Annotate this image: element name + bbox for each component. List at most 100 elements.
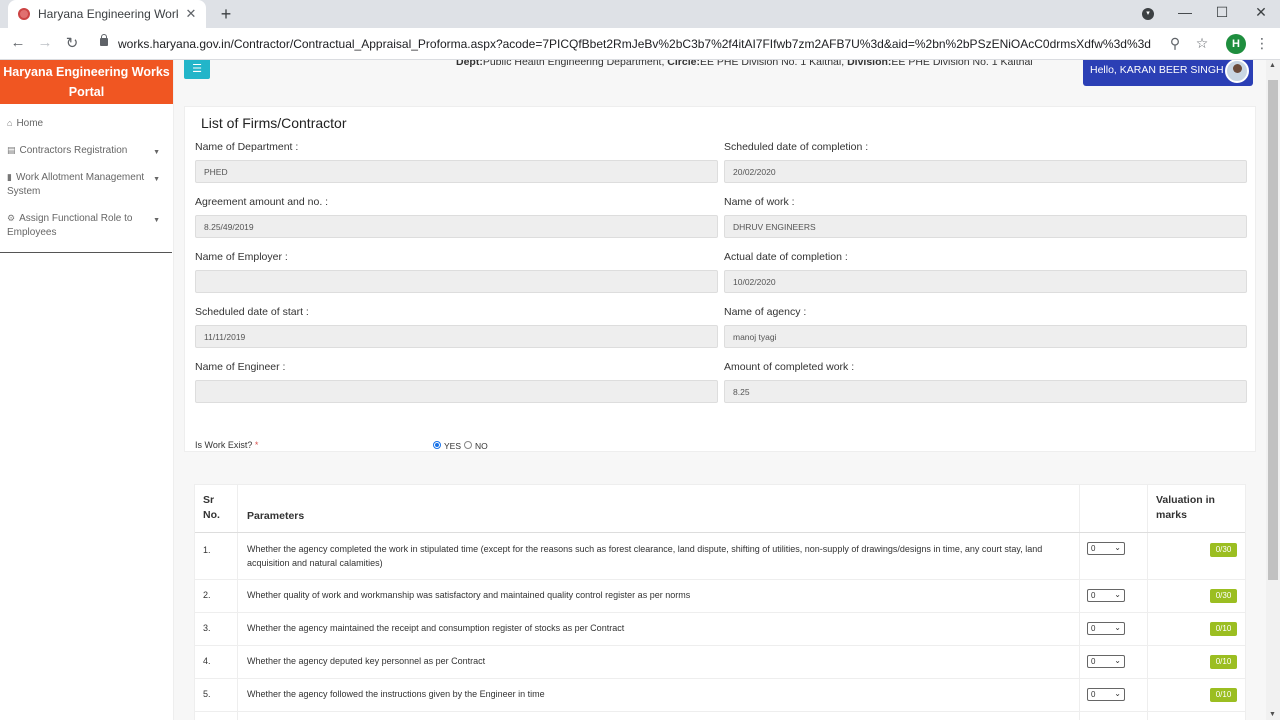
select-value: 0 (1091, 544, 1096, 553)
select-value: 0 (1091, 591, 1096, 600)
chevron-down-icon: ⌄ (1114, 656, 1121, 665)
favicon-icon (18, 8, 30, 20)
actual-completion-field[interactable]: 10/02/2020 (724, 270, 1247, 293)
browser-tab[interactable]: Haryana Engineering Works Portal ✕ (8, 0, 206, 28)
marks-select[interactable]: 0 ⌄ (1087, 655, 1125, 668)
marks-select[interactable]: 0 ⌄ (1087, 589, 1125, 602)
sidebar-item-work-allotment[interactable]: ▮ Work Allotment Management System ▼ (0, 164, 172, 205)
new-tab-button[interactable]: + (216, 4, 236, 25)
row-parameter: Whether the agency followed the instruct… (247, 689, 545, 699)
sidebar-item-label: Contractors Registration (19, 145, 128, 156)
user-greeting-button[interactable]: Hello, KARAN BEER SINGH (1083, 60, 1253, 86)
tab-close-icon[interactable]: ✕ (184, 6, 198, 22)
tab-title: Haryana Engineering Works Portal (38, 7, 178, 21)
star-icon[interactable]: ☆ (1193, 35, 1211, 52)
agency-field[interactable]: manoj tyagi (724, 325, 1247, 348)
agreement-field[interactable]: 8.25/49/2019 (195, 215, 718, 238)
row-parameter: Whether the agency maintained the receip… (247, 623, 625, 633)
circle-label: Circle: (667, 60, 700, 68)
caret-down-icon: ▼ (153, 176, 160, 183)
caret-down-icon: ▼ (153, 149, 160, 156)
lock-icon[interactable] (100, 34, 108, 46)
marks-select[interactable]: 0 ⌄ (1087, 542, 1125, 555)
reload-icon[interactable]: ↻ (62, 34, 82, 52)
menu-icon[interactable]: ⋮ (1253, 35, 1271, 52)
card-title: List of Firms/Contractor (201, 115, 347, 131)
work-exist-yes-radio[interactable] (433, 441, 441, 449)
brand-logo-text[interactable]: Haryana Engineering Works Portal (0, 60, 173, 104)
completed-amount-field[interactable]: 8.25 (724, 380, 1247, 403)
back-icon[interactable]: ← (8, 34, 28, 51)
work-exist-text: Is Work Exist? (195, 440, 253, 450)
sidebar-item-label: Work Allotment Management System (7, 172, 145, 197)
scheduled-start-label: Scheduled date of start : (195, 306, 309, 318)
caret-down-icon: ▼ (153, 217, 160, 224)
scheduled-completion-field[interactable]: 20/02/2020 (724, 160, 1247, 183)
window-close-icon[interactable]: ✕ (1251, 4, 1271, 21)
scrollbar-thumb[interactable] (1268, 80, 1278, 580)
contractor-card: List of Firms/Contractor Name of Departm… (184, 106, 1256, 452)
mark-badge: 0/10 (1210, 655, 1237, 669)
scheduled-start-field[interactable]: 11/11/2019 (195, 325, 718, 348)
marks-select[interactable]: 0 ⌄ (1087, 688, 1125, 701)
work-name-label: Name of work : (724, 196, 795, 208)
scheduled-completion-label: Scheduled date of completion : (724, 141, 869, 153)
parameters-table: Sr No. Parameters Valuation in marks 1. … (194, 484, 1246, 720)
tab-search-icon[interactable]: ▾ (1142, 8, 1154, 20)
browser-tabstrip: Haryana Engineering Works Portal ✕ + ▾ —… (0, 0, 1280, 28)
employer-field[interactable] (195, 270, 718, 293)
table-row: 2. Whether quality of work and workmansh… (195, 580, 1245, 613)
row-parameter: Whether the agency deputed key personnel… (247, 656, 486, 666)
row-number: 5. (203, 689, 211, 699)
gear-icon: ⚙ (7, 213, 16, 223)
scroll-up-icon[interactable]: ▲ (1269, 62, 1276, 69)
row-number: 2. (203, 590, 211, 600)
sidebar-item-assign-role[interactable]: ⚙ Assign Functional Role to Employees ▼ (0, 205, 172, 246)
header-valuation: Valuation in marks (1156, 494, 1215, 521)
agreement-label: Agreement amount and no. : (195, 196, 329, 208)
select-value: 0 (1091, 624, 1096, 633)
zoom-icon[interactable]: ⚲ (1166, 35, 1184, 52)
mark-badge: 0/10 (1210, 688, 1237, 702)
sidebar-item-label: Assign Functional Role to Employees (7, 213, 133, 238)
no-label: NO (475, 441, 488, 451)
maximize-icon[interactable]: ☐ (1212, 4, 1232, 21)
row-parameter: Whether quality of work and workmanship … (247, 590, 691, 600)
address-bar[interactable]: works.haryana.gov.in/Contractor/Contract… (118, 37, 1151, 51)
mark-badge: 0/30 (1210, 589, 1237, 603)
browser-toolbar: ← → ↻ works.haryana.gov.in/Contractor/Co… (0, 28, 1280, 60)
row-number: 4. (203, 656, 211, 666)
department-field[interactable]: PHED (195, 160, 718, 183)
side-menu: ⌂ Home ▤ Contractors Registration ▼ ▮ Work … (0, 110, 172, 253)
work-exist-no-radio[interactable] (464, 441, 472, 449)
scroll-down-icon[interactable]: ▼ (1269, 711, 1276, 718)
minimize-icon[interactable]: — (1175, 4, 1195, 20)
marks-select[interactable]: 0 ⌄ (1087, 622, 1125, 635)
top-bar: ☰ Dept:Public Health Engineering Departm… (174, 60, 1266, 94)
main-content: ☰ Dept:Public Health Engineering Departm… (174, 60, 1266, 720)
page-scrollbar[interactable]: ▲ ▼ (1266, 60, 1280, 720)
actual-completion-label: Actual date of completion : (724, 251, 848, 263)
work-exist-label: Is Work Exist? * (195, 440, 258, 450)
sidebar-item-home[interactable]: ⌂ Home (0, 110, 172, 137)
home-icon: ⌂ (7, 118, 13, 128)
forward-icon[interactable]: → (35, 34, 55, 51)
engineer-field[interactable] (195, 380, 718, 403)
menu-toggle-button[interactable]: ☰ (184, 60, 210, 79)
greeting-text: Hello, KARAN BEER SINGH (1090, 64, 1224, 76)
dept-label: Dept: (456, 60, 483, 68)
yes-label: YES (444, 441, 462, 451)
work-name-field[interactable]: DHRUV ENGINEERS (724, 215, 1247, 238)
department-info: Dept:Public Health Engineering Departmen… (456, 60, 1033, 68)
sidebar: Haryana Engineering Works Portal ⌂ Home ▤… (0, 60, 174, 720)
circle-value: EE PHE Division No. 1 Kaithal, (699, 60, 845, 68)
profile-avatar[interactable]: H (1226, 34, 1246, 54)
mark-badge: 0/10 (1210, 622, 1237, 636)
division-label: Division: (847, 60, 892, 68)
sidebar-item-contractors-registration[interactable]: ▤ Contractors Registration ▼ (0, 137, 172, 164)
table-row: 1. Whether the agency completed the work… (195, 533, 1245, 580)
engineer-label: Name of Engineer : (195, 361, 286, 373)
select-value: 0 (1091, 690, 1096, 699)
dept-value: Public Health Engineering Department, (482, 60, 665, 68)
chevron-down-icon: ⌄ (1114, 689, 1121, 698)
